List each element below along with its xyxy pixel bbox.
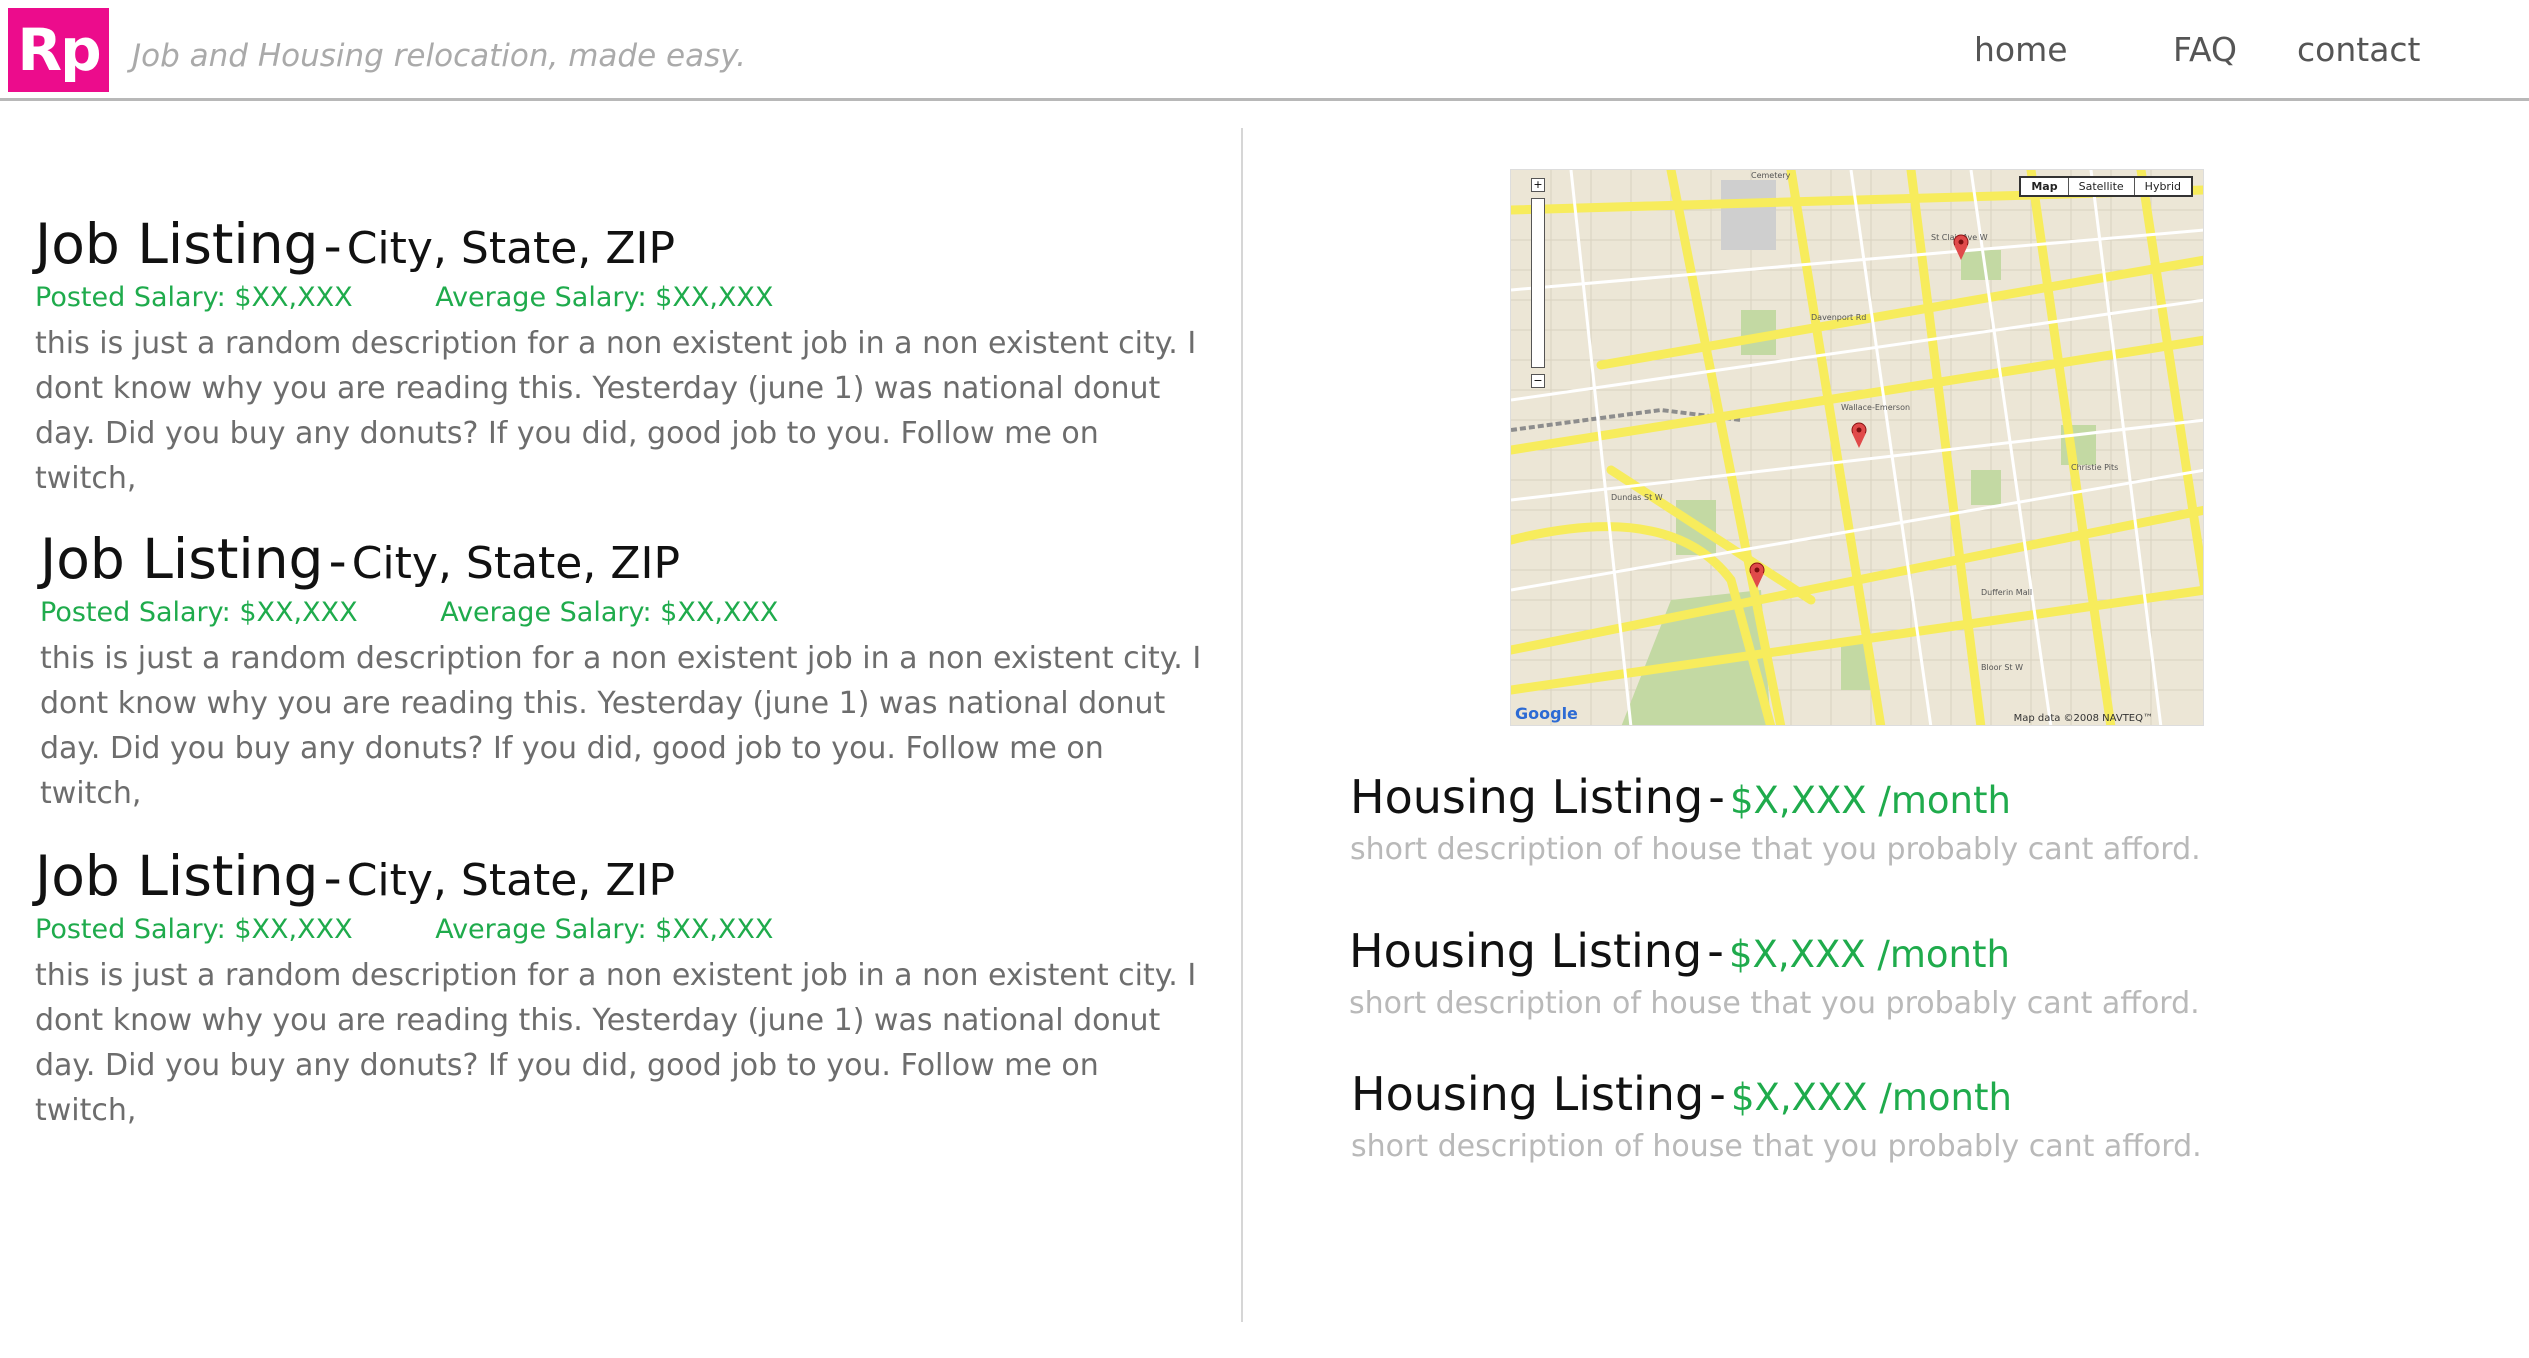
average-salary: Average Salary: $XX,XXX — [435, 914, 774, 945]
google-logo: Google — [1515, 704, 1578, 723]
nav-faq-link[interactable]: FAQ — [2173, 30, 2237, 69]
posted-salary: Posted Salary: $XX,XXX — [35, 282, 353, 313]
housing-listing[interactable]: Housing Listing - $X,XXX /month short de… — [1349, 924, 2249, 1021]
job-listing[interactable]: Job Listing - City, State, ZIP Posted Sa… — [35, 844, 1215, 1133]
logo[interactable]: Rp — [8, 8, 109, 92]
housing-title-text[interactable]: Housing Listing — [1350, 770, 1703, 824]
posted-salary: Posted Salary: $XX,XXX — [35, 914, 353, 945]
housing-listing[interactable]: Housing Listing - $X,XXX /month short de… — [1351, 1067, 2251, 1164]
nav-contact-link[interactable]: contact — [2297, 30, 2421, 69]
job-listing[interactable]: Job Listing - City, State, ZIP Posted Sa… — [35, 212, 1215, 501]
map-type-satellite[interactable]: Satellite — [2067, 178, 2134, 195]
job-title[interactable]: Job Listing - City, State, ZIP — [35, 212, 1215, 276]
svg-text:Wallace-Emerson: Wallace-Emerson — [1841, 403, 1910, 412]
map-zoom-control: + − — [1531, 178, 1547, 394]
job-listing[interactable]: Job Listing - City, State, ZIP Posted Sa… — [40, 527, 1220, 816]
title-separator: - — [1707, 924, 1724, 978]
svg-text:Dundas St W: Dundas St W — [1611, 493, 1663, 502]
map-credit: Map data ©2008 NAVTEQ™ — [2013, 713, 2153, 724]
job-location: City, State, ZIP — [346, 223, 676, 274]
title-separator: - — [323, 849, 342, 907]
housing-price: $X,XXX /month — [1730, 1076, 2012, 1119]
nav-home-link[interactable]: home — [1974, 30, 2068, 69]
zoom-slider[interactable] — [1531, 198, 1545, 368]
job-title[interactable]: Job Listing - City, State, ZIP — [40, 527, 1220, 591]
average-salary: Average Salary: $XX,XXX — [440, 597, 779, 628]
title-separator: - — [323, 217, 342, 275]
zoom-out-icon[interactable]: − — [1531, 374, 1545, 388]
job-description: this is just a random description for a … — [35, 326, 1197, 496]
average-salary: Average Salary: $XX,XXX — [435, 282, 774, 313]
housing-title[interactable]: Housing Listing - $X,XXX /month — [1349, 924, 2249, 978]
job-location: City, State, ZIP — [351, 538, 681, 589]
title-separator: - — [1709, 1067, 1726, 1121]
job-description: this is just a random description for a … — [35, 958, 1197, 1128]
housing-price: $X,XXX /month — [1728, 933, 2010, 976]
zoom-in-icon[interactable]: + — [1531, 178, 1545, 192]
housing-title[interactable]: Housing Listing - $X,XXX /month — [1350, 770, 2250, 824]
svg-text:Bloor St W: Bloor St W — [1981, 663, 2023, 672]
housing-listing[interactable]: Housing Listing - $X,XXX /month short de… — [1350, 770, 2250, 867]
column-divider — [1241, 128, 1243, 1322]
map-type-map[interactable]: Map — [2021, 178, 2067, 195]
svg-text:Cemetery: Cemetery — [1751, 171, 1791, 180]
tagline: Job and Housing relocation, made easy. — [132, 38, 747, 74]
title-separator: - — [328, 532, 347, 590]
svg-text:Dufferin Mall: Dufferin Mall — [1981, 588, 2032, 597]
job-description: this is just a random description for a … — [40, 641, 1202, 811]
job-title-text[interactable]: Job Listing — [35, 212, 318, 276]
map-type-control: Map Satellite Hybrid — [2019, 176, 2193, 197]
svg-text:Davenport Rd: Davenport Rd — [1811, 313, 1866, 322]
job-title-text[interactable]: Job Listing — [40, 527, 323, 591]
salary-row: Posted Salary: $XX,XXX Average Salary: $… — [35, 282, 1215, 313]
housing-title-text[interactable]: Housing Listing — [1349, 924, 1702, 978]
housing-description: short description of house that you prob… — [1349, 986, 2200, 1021]
map-type-hybrid[interactable]: Hybrid — [2133, 178, 2191, 195]
housing-title-text[interactable]: Housing Listing — [1351, 1067, 1704, 1121]
housing-description: short description of house that you prob… — [1351, 1129, 2202, 1164]
housing-title[interactable]: Housing Listing - $X,XXX /month — [1351, 1067, 2251, 1121]
job-title-text[interactable]: Job Listing — [35, 844, 318, 908]
job-title[interactable]: Job Listing - City, State, ZIP — [35, 844, 1215, 908]
map-canvas[interactable]: St Clair Ave W Davenport Rd Wallace-Emer… — [1511, 170, 2204, 726]
salary-row: Posted Salary: $XX,XXX Average Salary: $… — [35, 914, 1215, 945]
posted-salary: Posted Salary: $XX,XXX — [40, 597, 358, 628]
title-separator: - — [1708, 770, 1725, 824]
job-location: City, State, ZIP — [346, 855, 676, 906]
salary-row: Posted Salary: $XX,XXX Average Salary: $… — [40, 597, 1220, 628]
housing-description: short description of house that you prob… — [1350, 832, 2201, 867]
location-map[interactable]: St Clair Ave W Davenport Rd Wallace-Emer… — [1510, 169, 2204, 726]
housing-price: $X,XXX /month — [1729, 779, 2011, 822]
site-header: Rp Job and Housing relocation, made easy… — [0, 0, 2529, 101]
svg-text:Christie Pits: Christie Pits — [2071, 463, 2118, 472]
